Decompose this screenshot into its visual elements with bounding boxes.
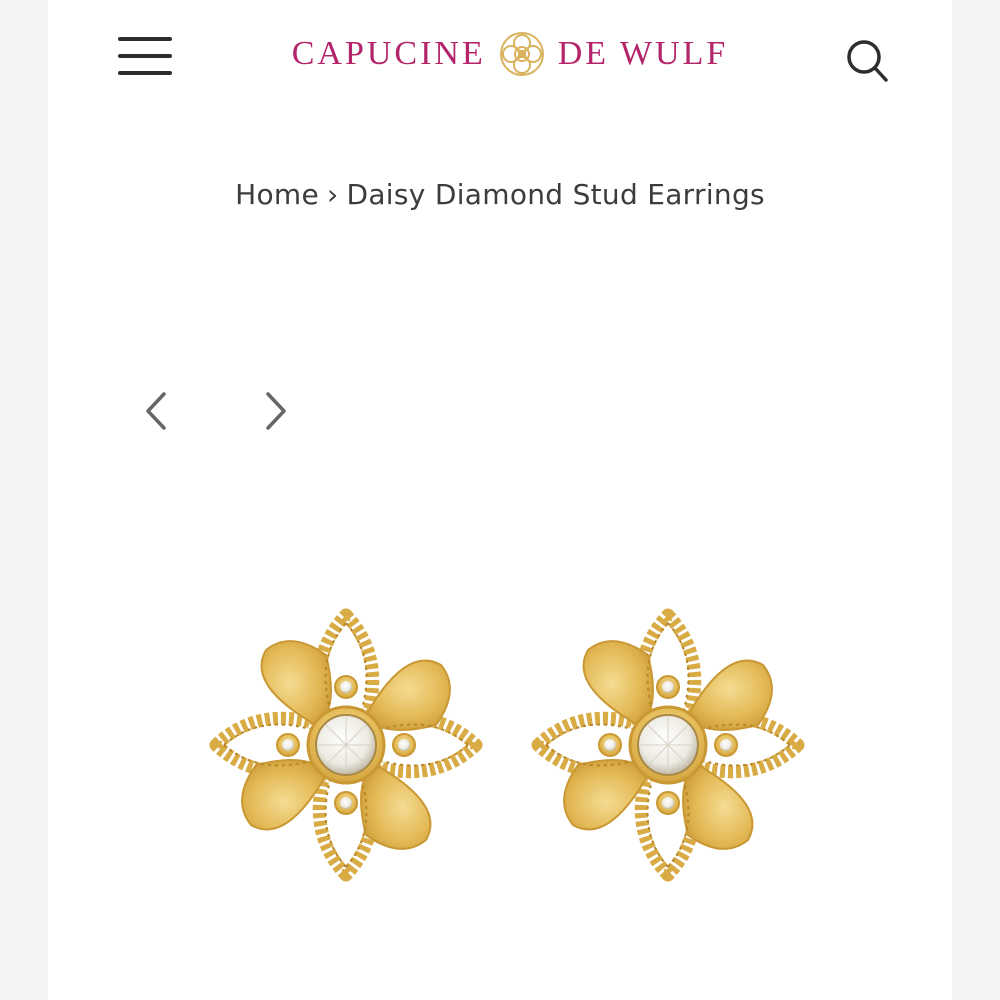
gallery-next-button[interactable] <box>256 388 296 434</box>
brand-name-right: DE WULF <box>557 35 729 72</box>
chevron-left-icon <box>146 392 166 430</box>
gallery-prev-button[interactable] <box>136 388 176 434</box>
search-icon <box>847 40 888 82</box>
right-earring <box>538 615 798 875</box>
breadcrumb-current: Daisy Diamond Stud Earrings <box>346 178 765 211</box>
breadcrumb-home-link[interactable]: Home <box>235 178 319 211</box>
breadcrumb-separator: › <box>326 178 339 211</box>
brand-name-left: CAPUCINE <box>291 35 486 72</box>
breadcrumb: Home › Daisy Diamond Stud Earrings <box>0 178 1000 211</box>
left-earring <box>216 615 476 875</box>
search-button[interactable] <box>840 36 892 84</box>
hamburger-menu-icon-middle <box>118 54 172 58</box>
menu-button[interactable] <box>116 33 174 81</box>
product-image[interactable] <box>206 600 810 890</box>
brand-logo[interactable]: CAPUCINE DE WULF <box>260 24 760 84</box>
flower-emblem-icon <box>499 32 544 76</box>
chevron-right-icon <box>266 392 286 430</box>
hamburger-menu-icon <box>118 37 172 41</box>
hamburger-menu-icon-bottom <box>118 71 172 75</box>
earrings-photo <box>206 600 810 890</box>
